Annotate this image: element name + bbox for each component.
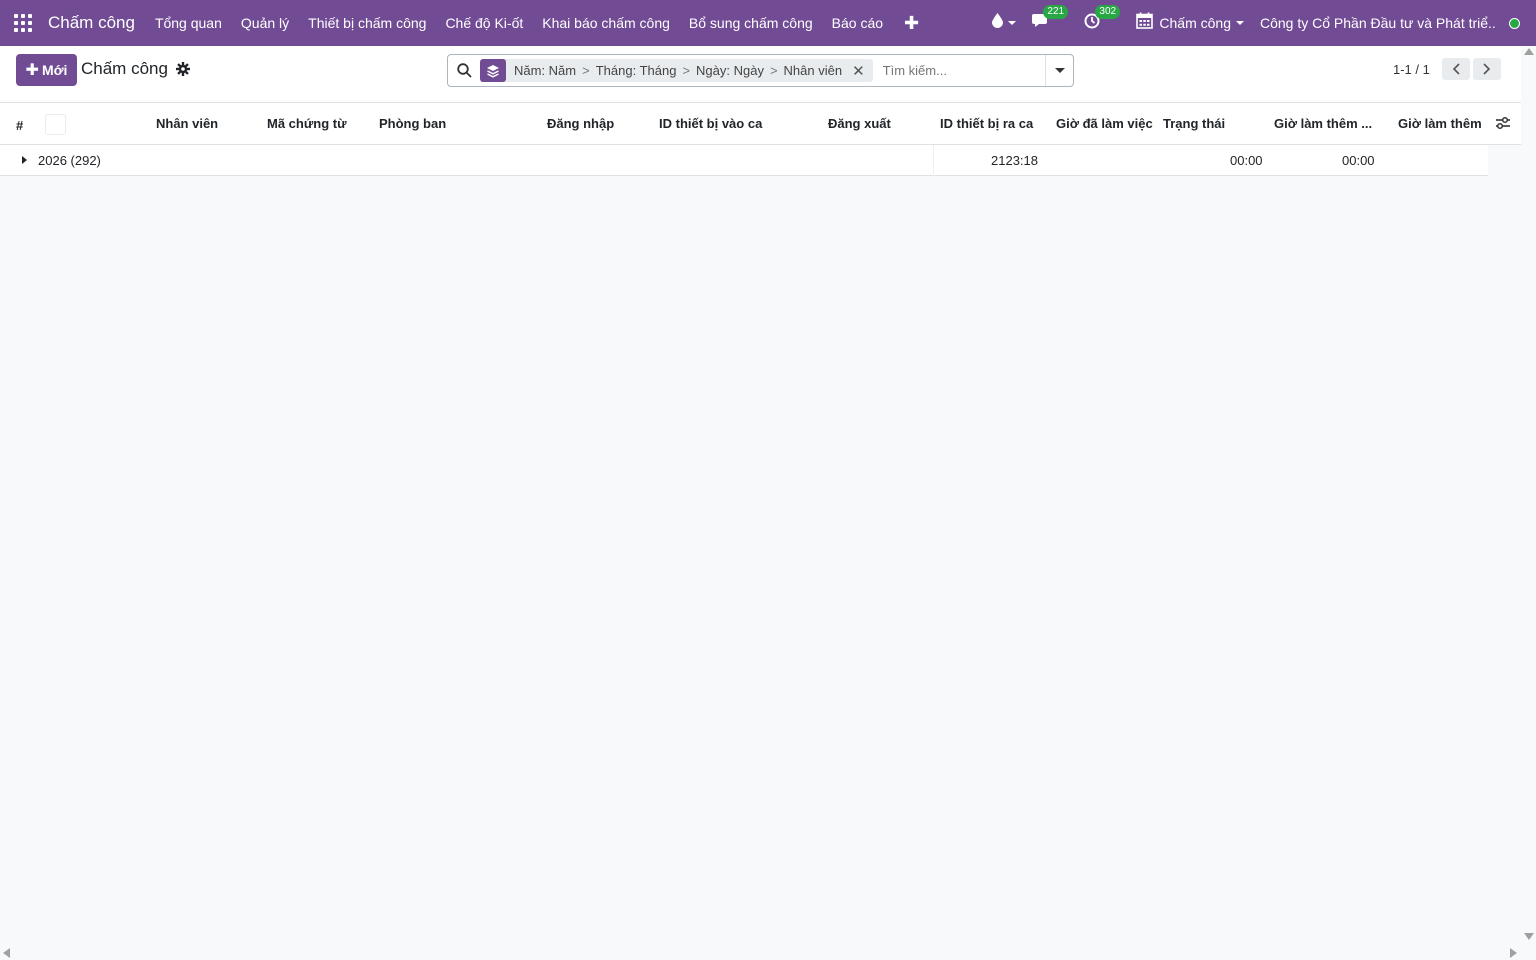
user-status-indicator[interactable] xyxy=(1509,17,1520,29)
app-switcher-label: Chấm công xyxy=(1159,15,1231,31)
theme-dropdown[interactable] xyxy=(992,13,1017,33)
pager-next-button[interactable] xyxy=(1472,58,1501,80)
group-overtime-2-total: 00:00 xyxy=(1342,153,1375,168)
new-button-label: Mới xyxy=(41,62,68,78)
attendance-list: # Nhân viên Mã chứng từ Phòng ban Đăng n… xyxy=(0,103,1521,176)
facet-separator: > xyxy=(682,63,691,78)
close-icon[interactable]: ✕ xyxy=(852,62,865,80)
column-divider xyxy=(933,145,934,176)
chevron-down-icon xyxy=(1236,21,1244,25)
chevron-down-icon xyxy=(1054,68,1065,73)
facet-value-month: Tháng: Tháng xyxy=(595,63,677,78)
group-row[interactable]: 2026 (292) 2123:18 00:00 00:00 xyxy=(0,145,1488,176)
select-all-checkbox[interactable] xyxy=(45,114,66,135)
menu-item-declaration[interactable]: Khai báo chấm công xyxy=(542,15,670,31)
menu-item-supplement[interactable]: Bổ sung chấm công xyxy=(689,15,813,31)
caret-right-icon xyxy=(22,156,27,164)
menu-item-overview[interactable]: Tổng quan xyxy=(155,15,222,31)
calendar-icon xyxy=(1136,12,1154,34)
column-header-status[interactable]: Trạng thái xyxy=(1163,116,1225,131)
horizontal-scrollbar[interactable] xyxy=(0,946,1521,960)
vertical-scrollbar[interactable] xyxy=(1521,46,1536,946)
activities-badge: 302 xyxy=(1095,4,1121,19)
scroll-down-icon[interactable] xyxy=(1524,933,1534,940)
pager-value[interactable]: 1-1 / 1 xyxy=(1393,62,1430,77)
breadcrumb: Chấm công xyxy=(81,59,190,79)
optional-columns-icon[interactable] xyxy=(1495,116,1511,130)
scroll-up-icon[interactable] xyxy=(1524,48,1534,55)
scroll-left-icon[interactable] xyxy=(3,948,10,958)
menu-item-reports[interactable]: Báo cáo xyxy=(832,15,883,31)
menu-item-devices[interactable]: Thiết bị chấm công xyxy=(308,15,426,31)
layers-icon xyxy=(480,59,506,82)
company-switcher[interactable]: Công ty Cổ Phần Đầu tư và Phát triể... xyxy=(1260,15,1495,31)
facet-separator: > xyxy=(582,63,590,78)
gear-icon[interactable] xyxy=(175,62,190,76)
column-header-check-in-device[interactable]: ID thiết bị vào ca xyxy=(659,116,762,131)
menu-item-management[interactable]: Quản lý xyxy=(241,15,289,31)
group-overtime-1-total: 00:00 xyxy=(1230,153,1263,168)
column-header-overtime-2[interactable]: Giờ làm thêm xyxy=(1398,116,1482,131)
group-label: 2026 (292) xyxy=(38,153,101,168)
column-header-check-out[interactable]: Đăng xuất xyxy=(828,116,891,131)
search-input[interactable] xyxy=(882,63,1053,78)
app-menu-icon[interactable] xyxy=(14,14,32,32)
column-header-document-code[interactable]: Mã chứng từ xyxy=(267,116,347,131)
group-worked-hours-total: 2123:18 xyxy=(991,153,1038,168)
page-title: Chấm công xyxy=(81,59,168,78)
control-panel: ✚ Mới Chấm công Năm: Năm > Tháng: Tháng … xyxy=(0,46,1521,103)
facet-value-employee: Nhân viên xyxy=(783,63,843,78)
table-header: # Nhân viên Mã chứng từ Phòng ban Đăng n… xyxy=(0,103,1521,145)
column-header-worked-hours[interactable]: Giờ đã làm việc xyxy=(1056,116,1153,131)
add-menu-icon[interactable]: ✚ xyxy=(904,13,919,34)
facet-separator: > xyxy=(769,63,778,78)
column-header-number: # xyxy=(16,118,24,133)
facet-value-day: Ngày: Ngày xyxy=(696,63,764,78)
pager: 1-1 / 1 xyxy=(1393,58,1501,80)
facet-value-year: Năm: Năm xyxy=(514,63,577,78)
column-header-overtime-1[interactable]: Giờ làm thêm ... xyxy=(1274,116,1372,131)
app-switcher[interactable]: Chấm công xyxy=(1136,12,1244,34)
chevron-down-icon xyxy=(1008,21,1017,25)
plus-icon: ✚ xyxy=(25,62,39,79)
scroll-right-icon[interactable] xyxy=(1510,948,1517,958)
column-header-employee[interactable]: Nhân viên xyxy=(156,116,218,131)
column-header-check-in[interactable]: Đăng nhập xyxy=(547,116,614,131)
group-by-facet[interactable]: Năm: Năm > Tháng: Tháng > Ngày: Ngày > N… xyxy=(480,59,873,82)
menu-item-kiosk[interactable]: Chế độ Ki-ốt xyxy=(445,15,523,31)
search-options-toggle[interactable] xyxy=(1045,55,1073,86)
app-brand[interactable]: Chấm công xyxy=(48,13,135,33)
chevron-left-icon xyxy=(1452,63,1460,75)
activities-button[interactable]: 302 xyxy=(1084,4,1121,34)
new-button[interactable]: ✚ Mới xyxy=(16,54,77,86)
droplet-icon xyxy=(992,13,1004,33)
column-header-department[interactable]: Phòng ban xyxy=(379,116,446,131)
messages-button[interactable]: 221 xyxy=(1032,4,1069,34)
messages-badge: 221 xyxy=(1043,4,1069,19)
search-icon[interactable] xyxy=(457,63,472,78)
column-header-check-out-device[interactable]: ID thiết bị ra ca xyxy=(940,116,1033,131)
top-navbar: Chấm công Tổng quan Quản lý Thiết bị chấ… xyxy=(0,0,1536,46)
chevron-right-icon xyxy=(1483,63,1490,75)
search-bar: Năm: Năm > Tháng: Tháng > Ngày: Ngày > N… xyxy=(447,54,1074,87)
pager-previous-button[interactable] xyxy=(1441,58,1470,80)
